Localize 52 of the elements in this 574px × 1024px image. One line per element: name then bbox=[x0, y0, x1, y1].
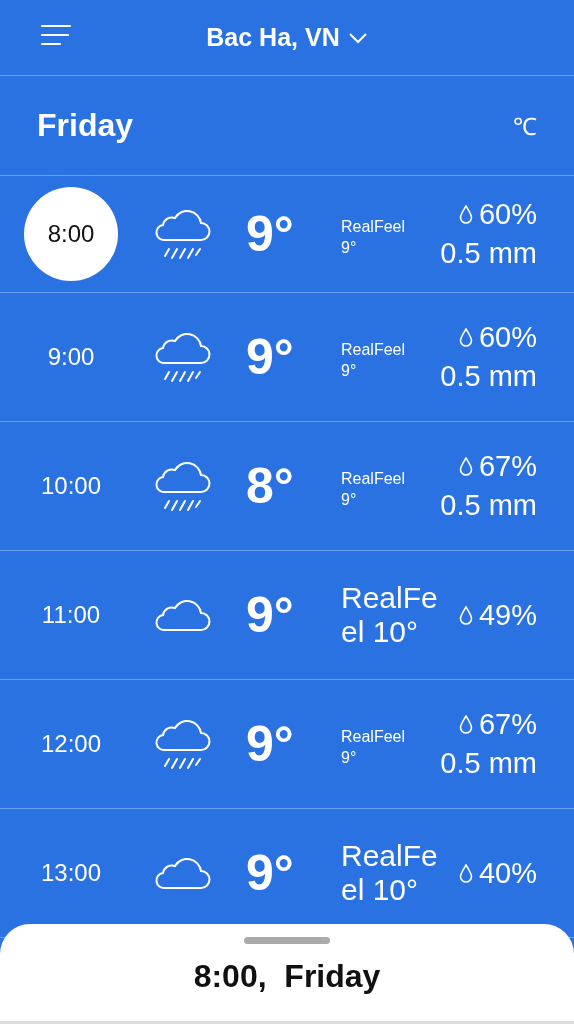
precipitation-amount: 0.5 mm bbox=[440, 747, 537, 780]
menu-icon[interactable] bbox=[40, 24, 72, 46]
rain-cloud-icon bbox=[153, 331, 211, 383]
hour-time[interactable]: 12:00 bbox=[40, 730, 102, 758]
location-selector[interactable]: Bac Ha, VN bbox=[206, 23, 368, 52]
precipitation-chance: 40% bbox=[478, 856, 537, 890]
hour-time[interactable]: 10:00 bbox=[40, 472, 102, 500]
cloud-icon bbox=[153, 855, 211, 891]
precipitation-amount: 0.5 mm bbox=[440, 489, 537, 522]
chevron-down-icon bbox=[347, 31, 368, 44]
sheet-title: 8:00, Friday bbox=[193, 958, 381, 995]
temperature: 9° bbox=[245, 715, 295, 773]
drop-icon bbox=[458, 457, 473, 476]
realfeel-text: RealFeel 9° bbox=[341, 340, 407, 381]
realfeel-text: RealFeel 9° bbox=[341, 217, 407, 258]
drag-handle[interactable] bbox=[244, 937, 330, 944]
hour-time[interactable]: 11:00 bbox=[41, 601, 101, 629]
hour-row[interactable]: 9:00 9° RealFeel 9° 60% 0.5 mm bbox=[0, 293, 574, 422]
rain-cloud-icon bbox=[153, 208, 211, 260]
unit-toggle[interactable]: ℃ bbox=[513, 109, 537, 142]
drop-icon bbox=[458, 715, 473, 734]
hour-row[interactable]: 12:00 9° RealFeel 9° 67% 0.5 mm bbox=[0, 680, 574, 809]
realfeel-text: RealFeel 10° bbox=[341, 838, 439, 908]
precipitation-chance: 67% bbox=[478, 708, 537, 741]
drop-icon bbox=[458, 863, 473, 883]
cloud-icon bbox=[153, 597, 211, 633]
day-title: Friday bbox=[37, 107, 134, 144]
precipitation-chance: 67% bbox=[478, 450, 537, 483]
precipitation-chance: 49% bbox=[478, 598, 537, 632]
drop-icon bbox=[458, 205, 473, 224]
realfeel-text: RealFeel 9° bbox=[341, 727, 407, 768]
precipitation-chance: 60% bbox=[478, 321, 537, 354]
precipitation-amount: 0.5 mm bbox=[440, 360, 537, 393]
temperature: 9° bbox=[245, 844, 295, 902]
realfeel-text: RealFeel 9° bbox=[341, 469, 407, 510]
temperature: 9° bbox=[245, 586, 295, 644]
hour-row[interactable]: 8:00 9° RealFeel 9° 60% 0.5 mm bbox=[0, 176, 574, 293]
precipitation-chance: 60% bbox=[478, 198, 537, 231]
realfeel-text: RealFeel 10° bbox=[341, 580, 439, 650]
drop-icon bbox=[458, 328, 473, 347]
hour-time[interactable]: 9:00 bbox=[47, 343, 95, 371]
precipitation-amount: 0.5 mm bbox=[440, 237, 537, 270]
hour-time[interactable]: 8:00 bbox=[24, 187, 118, 281]
temperature: 8° bbox=[245, 457, 295, 515]
temperature: 9° bbox=[245, 205, 295, 263]
drop-icon bbox=[458, 605, 473, 625]
hour-row[interactable]: 10:00 8° RealFeel 9° 67% 0.5 mm bbox=[0, 422, 574, 551]
hour-row[interactable]: 11:00 9° RealFeel 10° 49% bbox=[0, 551, 574, 680]
hour-time[interactable]: 13:00 bbox=[40, 859, 102, 887]
rain-cloud-icon bbox=[153, 718, 211, 770]
rain-cloud-icon bbox=[153, 460, 211, 512]
temperature: 9° bbox=[245, 328, 295, 386]
